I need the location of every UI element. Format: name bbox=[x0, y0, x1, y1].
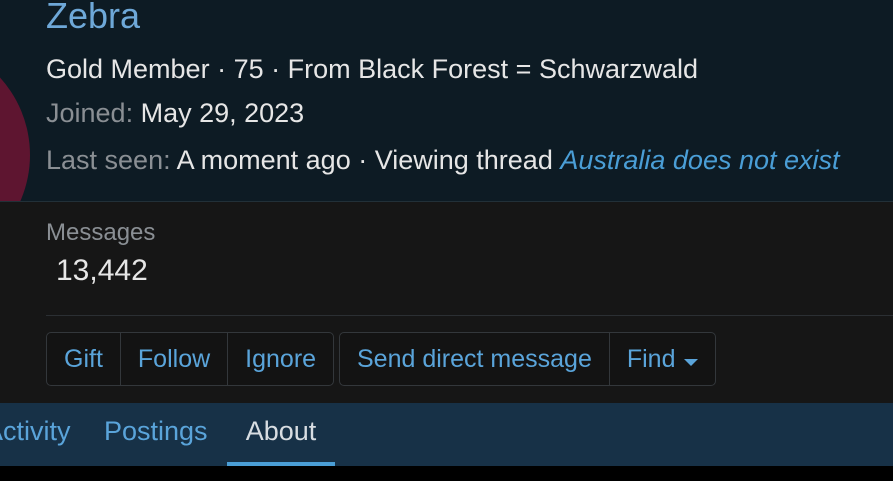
location-prefix: From bbox=[287, 54, 351, 84]
gift-button[interactable]: Gift bbox=[47, 333, 121, 385]
profile-tabs: Activity Postings About bbox=[0, 403, 893, 466]
member-title: Gold Member bbox=[46, 54, 210, 84]
profile-header: Zebra Gold Member · 75 · From Black Fore… bbox=[0, 0, 893, 202]
bottom-strip bbox=[0, 466, 893, 481]
joined-date: May 29, 2023 bbox=[140, 98, 305, 128]
joined-label: Joined: bbox=[46, 98, 134, 128]
joined-line: Joined: May 29, 2023 bbox=[46, 97, 304, 129]
member-info-line: Gold Member · 75 · From Black Forest = S… bbox=[46, 53, 698, 85]
tab-about-label: About bbox=[245, 416, 317, 446]
divider bbox=[46, 315, 893, 316]
stats-block: Messages 13,442 bbox=[46, 218, 155, 289]
tab-about[interactable]: About bbox=[227, 403, 335, 466]
activity-text: Viewing thread bbox=[374, 145, 553, 175]
contact-actions-group: Send direct message Find bbox=[339, 332, 716, 386]
messages-label: Messages bbox=[46, 219, 156, 246]
find-label: Find bbox=[626, 344, 676, 373]
last-seen-value: A moment ago bbox=[176, 145, 351, 175]
tab-activity[interactable]: Activity bbox=[0, 403, 71, 466]
member-actions-group: Gift Follow Ignore bbox=[46, 332, 335, 386]
avatar[interactable] bbox=[0, 40, 30, 201]
location: Black Forest = Schwarzwald bbox=[358, 54, 698, 84]
tab-postings[interactable]: Postings bbox=[104, 403, 208, 466]
username[interactable]: Zebra bbox=[46, 0, 140, 38]
last-seen-label: Last seen: bbox=[46, 145, 171, 175]
messages-count[interactable]: 13,442 bbox=[56, 253, 155, 289]
member-age: 75 bbox=[233, 54, 264, 84]
separator: · bbox=[263, 54, 288, 84]
send-direct-message-button[interactable]: Send direct message bbox=[340, 333, 610, 385]
separator: · bbox=[350, 145, 375, 175]
chevron-down-icon bbox=[683, 358, 698, 366]
thread-link[interactable]: Australia does not exist bbox=[560, 145, 839, 175]
separator: · bbox=[209, 54, 234, 84]
find-dropdown-button[interactable]: Find bbox=[610, 333, 715, 385]
last-seen-line: Last seen: A moment ago · Viewing thread… bbox=[46, 144, 840, 176]
follow-button[interactable]: Follow bbox=[121, 333, 229, 385]
ignore-button[interactable]: Ignore bbox=[228, 333, 333, 385]
